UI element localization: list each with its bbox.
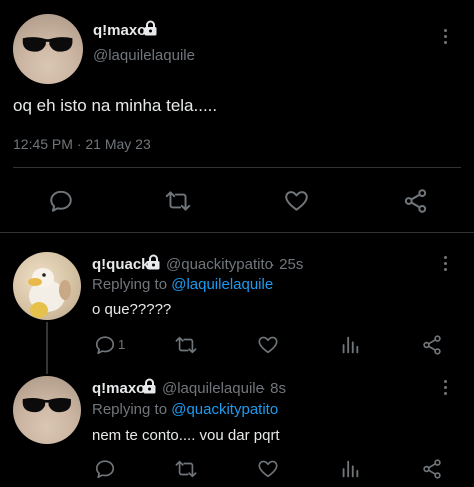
sunglasses-graphic: [22, 398, 72, 413]
avatar[interactable]: [13, 14, 83, 84]
share-icon[interactable]: [421, 333, 443, 357]
tweet-text: oq eh isto na minha tela.....: [13, 96, 218, 115]
handle[interactable]: @laquilelaquile: [162, 380, 264, 397]
display-name[interactable]: q!maxo: [93, 22, 146, 39]
reply-icon[interactable]: [94, 458, 116, 480]
lock-icon: [143, 20, 158, 36]
thread-line: [46, 322, 48, 374]
handle[interactable]: @laquilelaquile: [93, 47, 195, 64]
handle[interactable]: @quackitypatito: [166, 256, 273, 273]
replying-to-handle[interactable]: @laquilelaquile: [171, 276, 273, 293]
share-icon[interactable]: [421, 457, 443, 481]
reply-text: o que?????: [92, 301, 172, 318]
divider: [13, 167, 461, 168]
divider: [0, 232, 474, 233]
post-age[interactable]: · 25s: [270, 256, 303, 273]
lock-icon: [142, 378, 157, 394]
reply-icon[interactable]: [48, 188, 74, 214]
display-name[interactable]: q!maxo: [92, 380, 145, 397]
replying-to-label: Replying to: [92, 401, 168, 418]
replying-to: Replying to @laquilelaquile: [92, 276, 273, 293]
views-icon[interactable]: [339, 458, 361, 480]
like-icon[interactable]: [257, 334, 279, 356]
display-name[interactable]: q!quack: [92, 256, 150, 273]
reply-count[interactable]: 1: [118, 337, 125, 352]
views-icon[interactable]: [339, 334, 361, 356]
retweet-icon[interactable]: [174, 458, 198, 480]
reply-text: nem te conto.... vou dar pqrt: [92, 427, 280, 444]
lock-icon: [146, 254, 161, 270]
like-icon[interactable]: [257, 458, 279, 480]
like-icon[interactable]: [283, 188, 310, 214]
more-icon[interactable]: [443, 380, 449, 398]
post-age[interactable]: · 8s: [261, 380, 286, 397]
replying-to-handle[interactable]: @quackitypatito: [171, 401, 278, 418]
share-icon[interactable]: [402, 187, 429, 215]
more-icon[interactable]: [443, 29, 449, 47]
timestamp[interactable]: 12:45 PM · 21 May 23: [13, 136, 151, 152]
replying-to: Replying to @quackitypatito: [92, 401, 278, 418]
avatar[interactable]: [13, 376, 81, 444]
duck-graphic: [28, 268, 71, 318]
avatar[interactable]: [13, 252, 81, 320]
reply-icon[interactable]: [94, 334, 116, 356]
replying-to-label: Replying to: [92, 276, 168, 293]
retweet-icon[interactable]: [164, 188, 192, 214]
retweet-icon[interactable]: [174, 334, 198, 356]
more-icon[interactable]: [443, 256, 449, 274]
sunglasses-graphic: [23, 36, 73, 52]
